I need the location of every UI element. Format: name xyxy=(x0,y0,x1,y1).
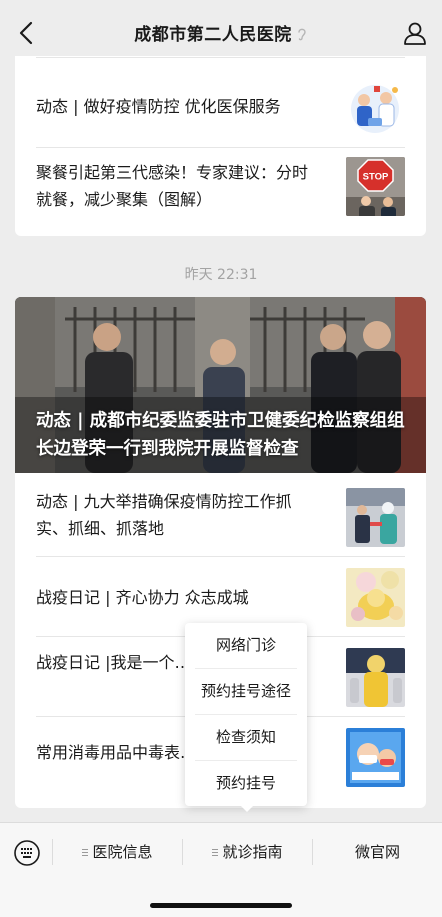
page-title: 成都市第二人民医院 xyxy=(0,20,442,45)
tab-visit-guide[interactable]: 就诊指南 xyxy=(183,823,312,881)
article-thumbnail xyxy=(346,648,405,707)
hero-article-title: 动态 | 成都市纪委监委驻市卫健委纪检监察组组长边登荣一行到我院开展监督检查 xyxy=(36,411,405,459)
menu-item-appointment-channels[interactable]: 预约挂号途径 xyxy=(185,669,307,714)
page-title-text: 成都市第二人民医院 xyxy=(134,25,292,45)
ear-icon xyxy=(298,28,306,41)
home-indicator[interactable] xyxy=(150,903,292,908)
divider xyxy=(36,57,405,58)
article-title: 战疫日记 | 齐心协力 众志成城 xyxy=(36,588,249,607)
message-timestamp: 昨天 22:31 xyxy=(184,267,258,283)
list-item[interactable]: 聚餐引起第三代感染！专家建议：分时就餐，减少聚集（图解） STOP xyxy=(15,148,426,236)
popup-arrow xyxy=(240,805,254,812)
tab-label: 微官网 xyxy=(354,843,400,861)
list-item[interactable]: 动态 | 九大举措确保疫情防控工作抓实、抓细、抓落地 xyxy=(15,473,426,557)
navigation-bar: 成都市第二人民医院 xyxy=(0,0,442,64)
doctors-illustration-icon xyxy=(351,85,399,133)
menu-item-exam-notice[interactable]: 检查须知 xyxy=(185,715,307,760)
bottom-menu-bar: 医院信息 就诊指南 微官网 xyxy=(0,822,442,917)
article-thumbnail xyxy=(346,488,405,547)
tab-label: 医院信息 xyxy=(92,843,153,861)
hero-article[interactable]: 动态 | 成都市纪委监委驻市卫健委纪检监察组组长边登荣一行到我院开展监督检查 xyxy=(15,297,426,473)
article-thumbnail xyxy=(346,568,405,627)
article-title: 动态 | 做好疫情防控 优化医保服务 xyxy=(36,97,281,116)
menu-item-online-clinic[interactable]: 网络门诊 xyxy=(185,623,307,668)
submenu-popup: 网络门诊 预约挂号途径 检查须知 预约挂号 xyxy=(185,623,307,806)
submenu-indicator-icon xyxy=(82,849,89,856)
article-thumbnail xyxy=(346,728,405,787)
menu-item-appointment[interactable]: 预约挂号 xyxy=(185,761,307,806)
yellow-suit-icon xyxy=(346,648,405,707)
submenu-indicator-icon xyxy=(212,849,219,856)
person-icon[interactable] xyxy=(402,20,428,46)
article-thumbnail xyxy=(346,78,405,137)
article-title: 动态 | 九大举措确保疫情防控工作抓实、抓细、抓落地 xyxy=(36,492,292,538)
tab-label: 就诊指南 xyxy=(222,843,283,861)
medical-staff-icon xyxy=(346,488,405,547)
article-title: 聚餐引起第三代感染！专家建议：分时就餐，减少聚集（图解） xyxy=(36,163,309,209)
keyboard-icon[interactable] xyxy=(13,839,41,867)
tab-hospital-info[interactable]: 医院信息 xyxy=(53,823,182,881)
article-thumbnail: STOP xyxy=(346,157,405,216)
stop-sign-text: STOP xyxy=(363,172,389,183)
tab-micro-website[interactable]: 微官网 xyxy=(313,823,442,881)
protective-suit-icon xyxy=(346,568,405,627)
list-item[interactable] xyxy=(15,56,426,58)
mask-poster-icon xyxy=(346,728,405,787)
article-card: 动态 | 做好疫情防控 优化医保服务 聚餐引起第三代感染！专家建议：分时就餐，减… xyxy=(15,56,426,236)
list-item[interactable]: 动态 | 做好疫情防控 优化医保服务 xyxy=(15,66,426,148)
stop-sign-icon: STOP xyxy=(346,157,405,216)
